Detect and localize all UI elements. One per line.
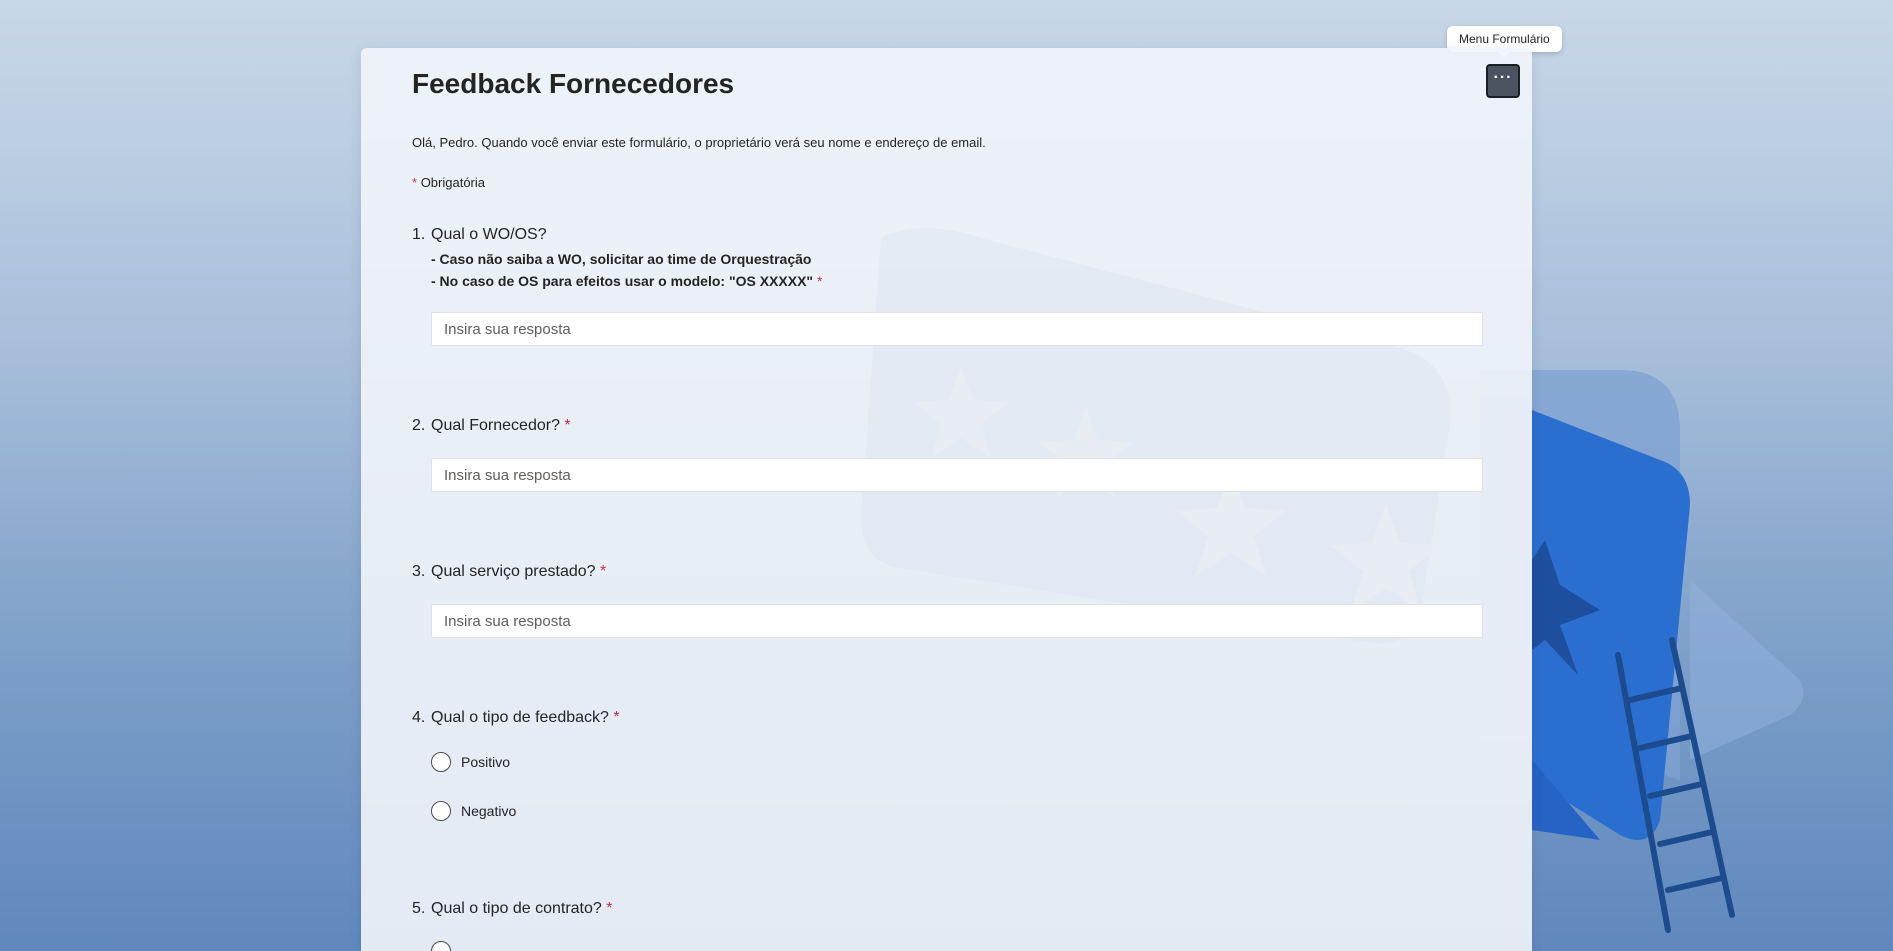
card-watermark-illustration: [861, 228, 1451, 644]
ladder-illustration: [1615, 637, 1735, 933]
question-2-answer-input[interactable]: [431, 458, 1483, 492]
radio-button[interactable]: [431, 801, 451, 821]
form-title: Feedback Fornecedores: [412, 68, 735, 99]
question-number: 4.: [412, 709, 426, 726]
radio-option-negativo[interactable]: Negativo: [431, 801, 516, 821]
question-5-title: 5. Qual o tipo de contrato? *: [412, 900, 612, 918]
required-asterisk: *: [606, 900, 613, 917]
question-2-title: 2. Qual Fornecedor? *: [412, 417, 571, 435]
question-text: Qual o tipo de contrato?: [431, 900, 602, 917]
form-card: Feedback Fornecedores ··· Olá, Pedro. Qu…: [361, 48, 1532, 951]
question-text: Qual Fornecedor?: [431, 417, 560, 434]
form-menu-button[interactable]: ···: [1486, 64, 1520, 98]
question-number: 1.: [412, 226, 426, 243]
required-label: Obrigatória: [420, 175, 485, 190]
required-asterisk: *: [412, 175, 418, 190]
subtitle-text: - No caso de OS para efeitos usar o mode…: [431, 273, 814, 289]
required-legend: * Obrigatória: [412, 175, 485, 190]
question-1-subtitle-line-1: - Caso não saiba a WO, solicitar ao time…: [431, 251, 812, 267]
radio-option-positivo[interactable]: Positivo: [431, 752, 510, 772]
radio-button[interactable]: [431, 941, 451, 951]
question-text: Qual serviço prestado?: [431, 563, 596, 580]
radio-option-label: Negativo: [461, 803, 517, 819]
question-number: 5.: [412, 900, 426, 917]
required-asterisk: *: [613, 709, 620, 726]
star-decoration-icon: [1532, 540, 1600, 675]
question-number: 3.: [412, 563, 426, 580]
radio-option-partial[interactable]: [431, 941, 451, 951]
required-asterisk: *: [816, 273, 823, 289]
question-text: Qual o WO/OS?: [431, 226, 547, 243]
form-intro-text: Olá, Pedro. Quando você enviar este form…: [412, 135, 986, 150]
more-horizontal-icon: ···: [1493, 69, 1513, 86]
required-asterisk: *: [599, 563, 607, 580]
question-text: Qual o tipo de feedback?: [431, 709, 609, 726]
question-3-answer-input[interactable]: [431, 604, 1483, 638]
radio-button[interactable]: [431, 752, 451, 772]
required-asterisk: *: [564, 417, 571, 434]
question-1-answer-input[interactable]: [431, 312, 1483, 346]
question-number: 2.: [412, 417, 426, 434]
question-1-subtitle-line-2: - No caso de OS para efeitos usar o mode…: [431, 273, 822, 289]
question-1-title: 1. Qual o WO/OS?: [412, 226, 547, 244]
question-3-title: 3. Qual serviço prestado? *: [412, 563, 606, 581]
question-4-title: 4. Qual o tipo de feedback? *: [412, 709, 620, 727]
radio-option-label: Positivo: [461, 754, 511, 770]
